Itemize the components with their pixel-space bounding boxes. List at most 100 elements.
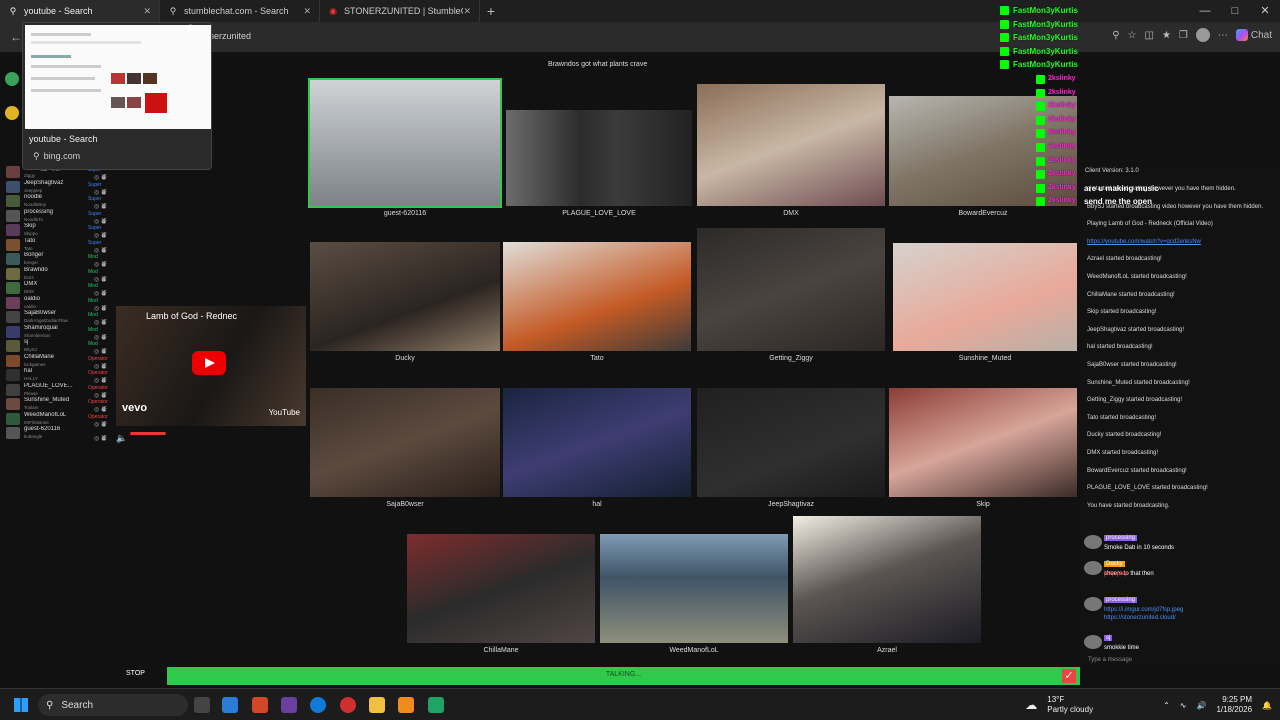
user-row[interactable]: processing NoodleTo Super ◎ ⛇ [0, 209, 115, 225]
app-icon[interactable] [398, 697, 414, 713]
search-icon: ⚲ [9, 5, 17, 16]
windows-start-icon[interactable] [14, 698, 28, 712]
file-explorer-icon[interactable] [369, 697, 385, 713]
avatar [6, 195, 20, 208]
user-row[interactable]: hal HALLY Operator ◎ ⛇ [0, 368, 115, 384]
copilot-button[interactable]: Chat [1235, 29, 1272, 41]
chat-message-text[interactable]: https://i.imgur.com/jd7fsp.jpeg [1104, 607, 1183, 613]
camera-tile[interactable] [893, 243, 1077, 351]
user-row[interactable]: Shamiroqual Shambleriam Mod ◎ ⛇ [0, 325, 115, 341]
chat-username[interactable]: Ducky [1104, 561, 1125, 567]
user-name-text: Bonger [24, 252, 44, 259]
clock[interactable]: 9:25 PM 1/18/2026 [1216, 695, 1252, 715]
talk-button[interactable]: TALKING... ✓ [167, 667, 1080, 685]
volume-slider[interactable] [130, 432, 166, 435]
maximize-icon[interactable]: □ [1220, 0, 1250, 22]
camera-tile[interactable] [697, 228, 885, 351]
close-window-icon[interactable]: ✕ [1250, 0, 1280, 22]
volume-icon[interactable]: 🔊 [1196, 701, 1206, 710]
volume-control[interactable]: 🔈 [116, 428, 176, 443]
camera-tile[interactable] [310, 388, 500, 497]
store-app-icon[interactable] [252, 697, 268, 713]
user-row[interactable]: Skip Skippo Super ◎ ⛇ [0, 223, 115, 239]
new-tab-button[interactable]: + [480, 3, 502, 19]
video-title: Lamb of God - Rednec [146, 311, 238, 321]
user-row[interactable]: sj BbySJ Mod ◎ ⛇ [0, 339, 115, 355]
user-row[interactable]: DMX DMX Mod ◎ ⛇ [0, 281, 115, 297]
green-circle-icon[interactable] [5, 72, 19, 86]
network-icon[interactable]: ∿ [1180, 701, 1187, 710]
chat-username[interactable]: processing [1104, 535, 1138, 541]
weather-widget[interactable]: 13°F Partly cloudy [1047, 695, 1093, 715]
smiley-icon[interactable] [5, 106, 19, 120]
user-row[interactable]: ChillaMane luckgames Operator ◎ ⛇ [0, 354, 115, 370]
chat-message-text[interactable]: https://stonerzunited.cloud/ [1104, 615, 1176, 621]
overlay-username: 2kslinky [1048, 170, 1076, 178]
chat-username[interactable]: processing [1104, 597, 1138, 603]
camera-tile[interactable] [600, 534, 788, 643]
taskbar-search[interactable]: ⚲ Search [38, 694, 188, 716]
user-row[interactable]: Bonger bonger Mod ◎ ⛇ [0, 252, 115, 268]
zoom-icon[interactable]: ⚲ [1112, 30, 1119, 41]
user-handle: Jeepjeep [24, 187, 43, 193]
task-view-icon[interactable] [194, 697, 210, 713]
more-icon[interactable]: ⋯ [1218, 30, 1228, 41]
split-icon[interactable]: ◫ [1144, 30, 1153, 41]
camera-tile[interactable] [503, 388, 691, 497]
user-name: sj BbySJ [24, 339, 79, 353]
user-status-icons[interactable]: ◎ ⛇ [94, 433, 107, 443]
tab-stonerzunited[interactable]: ◉ STONERZUNITED | StumbleChat ✕ [320, 0, 480, 22]
camera-tile[interactable] [407, 534, 595, 643]
system-message[interactable]: https://youtube.com/watch?v=gcd2enksNw [1087, 239, 1201, 245]
profile-avatar[interactable] [1195, 28, 1210, 42]
minimize-icon[interactable]: — [1190, 0, 1220, 22]
copilot-app-icon[interactable] [222, 697, 238, 713]
camera-tile[interactable] [697, 84, 885, 206]
user-row[interactable]: SajaB0wser DarkAngelZodiacFlaw Mod ◎ ⛇ [0, 310, 115, 326]
user-row[interactable]: oaldio oaldio Mod ◎ ⛇ [0, 296, 115, 312]
tab-preview[interactable]: youtube - Search ⚲ bing.com [22, 22, 212, 170]
close-icon[interactable]: ✕ [463, 6, 471, 17]
tab-youtube-search[interactable]: ⚲ youtube - Search ✕ [0, 0, 160, 22]
camera-tile[interactable] [310, 242, 500, 351]
collections-icon[interactable]: ❐ [1179, 30, 1188, 41]
avatar [6, 224, 20, 237]
camera-tile[interactable] [506, 110, 692, 206]
edge-browser-icon[interactable] [310, 697, 326, 713]
notification-icon[interactable]: 🔔 [1262, 701, 1272, 710]
user-row[interactable]: JeepShagtivaz Jeepjeep Super ◎ ⛇ [0, 180, 115, 196]
camera-tile[interactable] [697, 388, 885, 497]
user-row[interactable]: guest-620116 kuttangle ◎ ⛇ [0, 426, 115, 443]
system-message: SajaB0wser started broadcasting! [1087, 362, 1177, 368]
check-icon[interactable]: ✓ [1062, 669, 1076, 683]
chat-username[interactable]: sj [1104, 635, 1113, 641]
user-name: Brawndo Its24 [24, 267, 79, 281]
play-icon[interactable] [192, 351, 226, 375]
favorite-icon[interactable]: ☆ [1128, 30, 1137, 41]
client-version: Client Version: 3.1.0 [1085, 168, 1139, 174]
user-row[interactable]: PLAGUE_LOVE... Please Operator ◎ ⛇ [0, 383, 115, 399]
speaker-icon[interactable]: 🔈 [116, 433, 127, 443]
user-row[interactable]: Tato Tato Super ◎ ⛇ [0, 238, 115, 254]
camera-tile[interactable] [889, 388, 1077, 497]
favorites-icon[interactable]: ★ [1162, 30, 1171, 41]
user-row[interactable]: WeedManofLoL MrFlintstone Operator ◎ ⛇ [0, 412, 115, 428]
camera-tile[interactable] [308, 78, 502, 208]
close-icon[interactable]: ✕ [143, 6, 151, 17]
app-icon[interactable] [428, 697, 444, 713]
app-icon[interactable] [281, 697, 297, 713]
system-message: ChillaMane started broadcasting! [1087, 291, 1175, 298]
user-row[interactable]: Brawndo Its24 Mod ◎ ⛇ [0, 267, 115, 283]
camera-tile[interactable] [503, 242, 691, 351]
tab-stumblechat-search[interactable]: ⚲ stumblechat.com - Search ✕ [160, 0, 320, 22]
chevron-up-icon[interactable]: ⌃ [1163, 701, 1170, 710]
chat-input[interactable]: Type a message [1088, 657, 1132, 663]
search-icon: ⚲ [46, 699, 54, 711]
stop-button[interactable]: STOP [126, 670, 145, 677]
camera-tile[interactable] [793, 516, 981, 643]
youtube-player[interactable]: Lamb of God - Rednec vevo YouTube [116, 306, 306, 426]
user-row[interactable]: noodle NoodleBoy Super ◎ ⛇ [0, 194, 115, 210]
recorder-app-icon[interactable] [340, 697, 356, 713]
user-row[interactable]: Sunshine_Muted Toolam Operator ◎ ⛇ [0, 397, 115, 413]
close-icon[interactable]: ✕ [303, 6, 311, 17]
